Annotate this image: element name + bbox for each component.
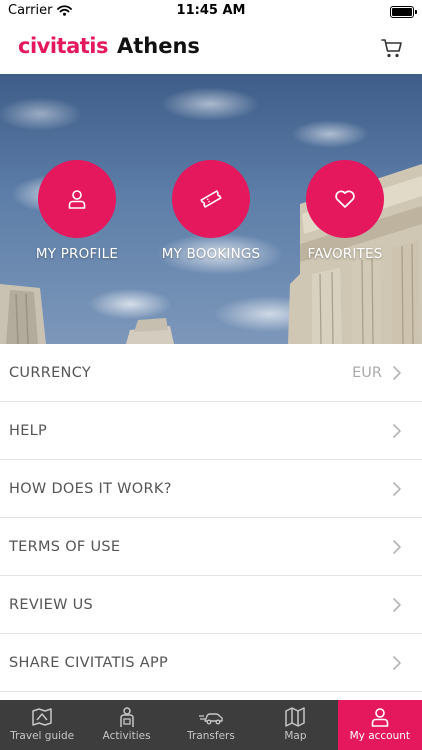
tab-label: Travel guide xyxy=(10,730,75,742)
menu-item-how-it-works[interactable]: HOW DOES IT WORK? xyxy=(0,460,422,518)
tab-my-account[interactable]: My account xyxy=(337,700,422,750)
map-icon xyxy=(285,707,306,727)
chevron-right-icon xyxy=(393,597,401,612)
my-profile-button[interactable]: MY PROFILE xyxy=(12,160,142,262)
heart-icon xyxy=(335,190,355,208)
currency-value: EUR xyxy=(352,364,382,381)
tab-map[interactable]: Map xyxy=(253,700,337,750)
chevron-right-icon xyxy=(393,365,401,380)
menu-item-terms-of-use[interactable]: TERMS OF USE xyxy=(0,518,422,576)
my-profile-circle xyxy=(38,160,116,238)
book-map-icon xyxy=(32,708,52,726)
tab-activities[interactable]: Activities xyxy=(84,700,168,750)
menu-item-review-us[interactable]: REVIEW US xyxy=(0,576,422,634)
favorites-label: FAVORITES xyxy=(307,246,383,262)
app-header: civitatis Athens xyxy=(0,24,422,74)
chevron-right-icon xyxy=(393,481,401,496)
tab-label: Map xyxy=(284,730,307,742)
tab-travel-guide[interactable]: Travel guide xyxy=(0,700,84,750)
favorites-circle xyxy=(306,160,384,238)
cart-button[interactable] xyxy=(380,36,404,60)
menu-item-label: HOW DOES IT WORK? xyxy=(9,480,172,497)
page-title: Athens xyxy=(116,34,200,58)
user-icon xyxy=(68,190,86,209)
menu-item-label: TERMS OF USE xyxy=(9,538,121,555)
menu-item-label: SHARE CIVITATIS APP xyxy=(9,654,169,671)
favorites-button[interactable]: FAVORITES xyxy=(280,160,410,262)
tab-label: Transfers xyxy=(187,730,235,742)
status-time: 11:45 AM xyxy=(176,3,246,18)
shopping-cart-icon xyxy=(381,39,402,58)
my-bookings-button[interactable]: MY BOOKINGS xyxy=(146,160,276,262)
tab-transfers[interactable]: Transfers xyxy=(169,700,253,750)
my-bookings-label: MY BOOKINGS xyxy=(161,246,261,262)
hero-banner: MY PROFILE MY BOOKINGS FAVORITES xyxy=(0,74,422,344)
tab-label: Activities xyxy=(102,730,151,742)
brand: civitatis Athens xyxy=(18,34,200,58)
brand-logo: civitatis xyxy=(18,34,108,58)
chevron-right-icon xyxy=(393,423,401,438)
menu-item-share-app[interactable]: SHARE CIVITATIS APP xyxy=(0,634,422,692)
guide-person-icon xyxy=(119,707,134,727)
chevron-right-icon xyxy=(393,539,401,554)
menu-item-label: REVIEW US xyxy=(9,596,94,613)
chevron-right-icon xyxy=(393,655,401,670)
battery-icon xyxy=(390,6,417,18)
menu-item-help[interactable]: HELP xyxy=(0,402,422,460)
my-profile-label: MY PROFILE xyxy=(35,246,119,262)
my-bookings-circle xyxy=(172,160,250,238)
menu-item-currency[interactable]: CURRENCY EUR xyxy=(0,344,422,402)
car-icon xyxy=(199,713,223,725)
tab-label: My account xyxy=(349,730,411,742)
user-icon xyxy=(371,708,389,727)
account-menu: CURRENCY EUR HELP HOW DOES IT WORK? TERM… xyxy=(0,344,422,692)
menu-item-label: CURRENCY xyxy=(9,364,92,381)
status-bar: Carrier 11:45 AM xyxy=(0,0,422,24)
tab-bar: Travel guide Activities Transfers Map My… xyxy=(0,700,422,750)
ticket-icon xyxy=(200,190,222,208)
menu-item-label: HELP xyxy=(9,422,48,439)
